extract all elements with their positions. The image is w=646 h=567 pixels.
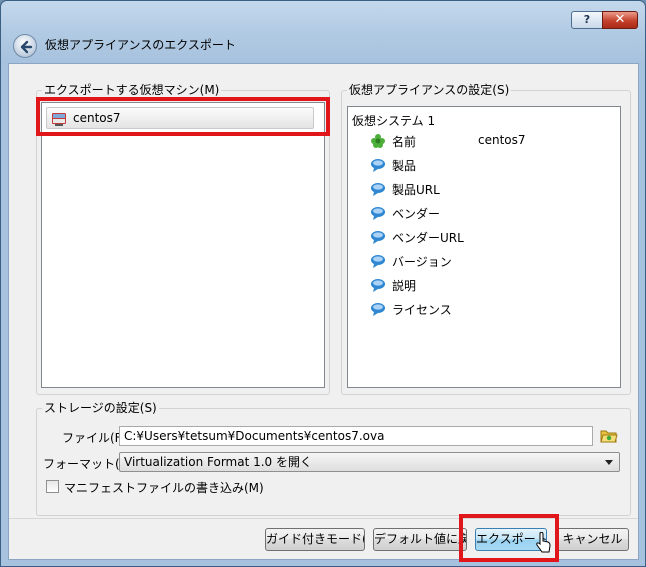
button-separator <box>9 518 638 519</box>
vm-list-item[interactable]: centos7 <box>46 107 314 129</box>
format-selected-value: Virtualization Format 1.0 を開く <box>124 455 312 469</box>
dialog-content: エクスポートする仮想マシン(M) centos7 仮想アプライアンスの設定(S)… <box>8 63 639 560</box>
chevron-down-icon <box>605 460 613 465</box>
cancel-button[interactable]: キャンセル <box>556 528 629 551</box>
vm-name: centos7 <box>73 111 121 125</box>
folder-browse-icon[interactable] <box>600 427 618 448</box>
export-appliance-window: ? ✕ 仮想アプライアンスのエクスポート エクスポートする仮想マシン(M) ce… <box>0 0 646 567</box>
mouse-cursor-icon <box>535 531 551 559</box>
appliance-settings-title: 仮想アプライアンスの設定(S) <box>347 82 512 98</box>
property-row[interactable]: ベンダーURL <box>370 227 620 247</box>
storage-settings-group: ストレージの設定(S) ファイル(F): C:¥Users¥tetsum¥Doc… <box>36 400 631 516</box>
property-label: 名前 <box>392 135 417 149</box>
close-button[interactable]: ✕ <box>602 11 638 29</box>
appliance-settings-group: 仮想アプライアンスの設定(S) 仮想システム 1 名前 centos7 製品 製… <box>341 82 631 395</box>
vm-list[interactable]: centos7 <box>41 102 325 388</box>
restore-defaults-button[interactable]: デフォルト値に戻す <box>373 528 467 551</box>
property-label: 説明 <box>392 279 417 293</box>
window-title: 仮想アプライアンスのエクスポート <box>45 38 236 52</box>
vm-group-title: エクスポートする仮想マシン(M) <box>42 82 222 98</box>
property-label: ベンダーURL <box>392 231 464 245</box>
file-path-field[interactable]: C:¥Users¥tetsum¥Documents¥centos7.ova <box>119 426 593 446</box>
property-label: 製品 <box>392 159 417 173</box>
green-star-icon <box>370 133 386 152</box>
storage-settings-title: ストレージの設定(S) <box>42 400 159 416</box>
property-row[interactable]: 製品 <box>370 155 620 175</box>
property-label: 製品URL <box>392 183 440 197</box>
property-row[interactable]: ベンダー <box>370 203 620 223</box>
property-row[interactable]: 製品URL <box>370 179 620 199</box>
property-value: centos7 <box>478 133 526 147</box>
virtualbox-vm-icon <box>51 111 67 130</box>
property-row[interactable]: 名前 centos7 <box>370 131 620 151</box>
property-row[interactable]: バージョン <box>370 251 620 271</box>
speech-bubble-icon <box>370 157 386 176</box>
appliance-settings-tree[interactable]: 仮想システム 1 名前 centos7 製品 製品URL ベンダー ベンダーUR… <box>347 106 621 388</box>
property-label: ベンダー <box>392 207 441 221</box>
format-select[interactable]: Virtualization Format 1.0 を開く <box>119 452 620 472</box>
manifest-checkbox[interactable] <box>46 480 59 493</box>
guided-mode-button[interactable]: ガイド付きモード(G) <box>265 528 365 551</box>
speech-bubble-icon <box>370 301 386 320</box>
speech-bubble-icon <box>370 205 386 224</box>
property-row[interactable]: ライセンス <box>370 299 620 319</box>
property-label: バージョン <box>392 255 452 269</box>
speech-bubble-icon <box>370 253 386 272</box>
help-button[interactable]: ? <box>571 11 603 29</box>
speech-bubble-icon <box>370 277 386 296</box>
manifest-label[interactable]: マニフェストファイルの書き込み(M) <box>64 479 264 496</box>
vm-group: エクスポートする仮想マシン(M) centos7 <box>36 82 330 395</box>
speech-bubble-icon <box>370 229 386 248</box>
back-button[interactable] <box>13 34 37 58</box>
speech-bubble-icon <box>370 181 386 200</box>
back-arrow-icon <box>20 40 33 54</box>
property-row[interactable]: 説明 <box>370 275 620 295</box>
property-label: ライセンス <box>392 303 452 317</box>
virtual-system-node[interactable]: 仮想システム 1 <box>352 112 435 129</box>
